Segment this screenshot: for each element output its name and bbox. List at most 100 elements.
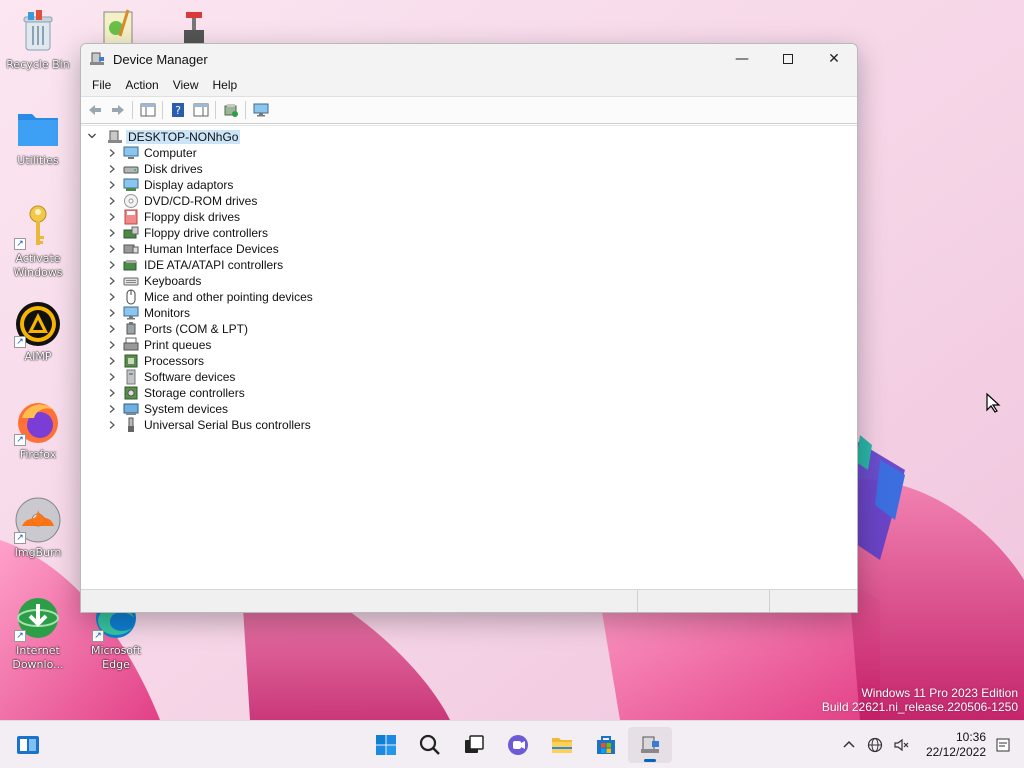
- category-row[interactable]: DVD/CD-ROM drives: [105, 193, 313, 209]
- task-view-button[interactable]: [452, 727, 496, 763]
- category-label: Software devices: [144, 370, 236, 384]
- desktop-icon-internet-download-manager[interactable]: ↗ Internet Downlo...: [2, 594, 74, 672]
- back-button[interactable]: [83, 99, 106, 121]
- desktop-icon-label: ImgBurn: [14, 546, 62, 559]
- clock-date: 22/12/2022: [925, 745, 986, 759]
- category-row[interactable]: Keyboards: [105, 273, 313, 289]
- chat-button[interactable]: [496, 727, 540, 763]
- desktop-icon-activate-windows[interactable]: ↗ Activate Windows: [2, 202, 74, 280]
- category-label: Human Interface Devices: [144, 242, 279, 256]
- help-button[interactable]: ?: [166, 99, 189, 121]
- category-label: Keyboards: [144, 274, 202, 288]
- file-explorer-button[interactable]: [540, 727, 584, 763]
- minimize-button[interactable]: —: [719, 44, 765, 74]
- desktop-icon-recycle-bin[interactable]: Recycle Bin: [2, 8, 74, 72]
- chevron-right-icon[interactable]: [105, 373, 119, 381]
- device-manager-taskbar-button[interactable]: [628, 727, 672, 763]
- action-pane-button[interactable]: [189, 99, 212, 121]
- update-driver-button[interactable]: [219, 99, 242, 121]
- device-manager-icon: [90, 52, 104, 65]
- chevron-right-icon[interactable]: [105, 261, 119, 269]
- disk-drive-icon: [123, 161, 139, 177]
- title-bar[interactable]: Device Manager — ✕: [81, 44, 857, 74]
- status-bar: [81, 589, 857, 612]
- device-manager-icon: [641, 736, 659, 753]
- help-icon: ?: [171, 103, 184, 117]
- software-device-icon: [123, 369, 139, 385]
- desktop-icon-firefox[interactable]: ↗ Firefox: [2, 398, 74, 462]
- computer-icon: [123, 145, 139, 161]
- maximize-button[interactable]: [765, 44, 811, 74]
- category-row[interactable]: System devices: [105, 401, 313, 417]
- category-row[interactable]: IDE ATA/ATAPI controllers: [105, 257, 313, 273]
- computer-root-icon: [108, 130, 122, 143]
- widgets-button[interactable]: [12, 731, 44, 759]
- chevron-right-icon[interactable]: [105, 293, 119, 301]
- desktop-icon-imgburn[interactable]: ↗ ImgBurn: [2, 496, 74, 560]
- menu-view[interactable]: View: [166, 78, 206, 92]
- category-row[interactable]: Monitors: [105, 305, 313, 321]
- tree-root[interactable]: DESKTOP-NONhGo: [87, 129, 241, 145]
- category-row[interactable]: Ports (COM & LPT): [105, 321, 313, 337]
- network-button[interactable]: [862, 731, 888, 759]
- chevron-right-icon[interactable]: [105, 197, 119, 205]
- show-hide-console-tree-button[interactable]: [136, 99, 159, 121]
- category-row[interactable]: Print queues: [105, 337, 313, 353]
- menu-bar: File Action View Help: [81, 74, 857, 96]
- display-adapter-icon: [123, 177, 139, 193]
- menu-file[interactable]: File: [85, 78, 118, 92]
- toolbar-separator: [215, 101, 216, 119]
- category-row[interactable]: Disk drives: [105, 161, 313, 177]
- category-row[interactable]: Floppy drive controllers: [105, 225, 313, 241]
- chevron-right-icon[interactable]: [105, 341, 119, 349]
- desktop-icon-utilities[interactable]: Utilities: [2, 104, 74, 168]
- chevron-right-icon[interactable]: [105, 389, 119, 397]
- usb-icon: [123, 417, 139, 433]
- category-row[interactable]: Processors: [105, 353, 313, 369]
- chevron-right-icon[interactable]: [105, 165, 119, 173]
- search-button[interactable]: [408, 727, 452, 763]
- chevron-right-icon[interactable]: [105, 309, 119, 317]
- clock-time: 10:36: [955, 730, 986, 744]
- collapse-chevron-icon[interactable]: [87, 131, 101, 144]
- chevron-right-icon[interactable]: [105, 245, 119, 253]
- notifications-button[interactable]: [990, 731, 1016, 759]
- chevron-right-icon[interactable]: [105, 181, 119, 189]
- category-row[interactable]: Display adaptors: [105, 177, 313, 193]
- ide-controller-icon: [123, 257, 139, 273]
- category-row[interactable]: Mice and other pointing devices: [105, 289, 313, 305]
- floppy-disk-icon: [123, 209, 139, 225]
- chevron-right-icon[interactable]: [105, 405, 119, 413]
- category-row[interactable]: Floppy disk drives: [105, 209, 313, 225]
- processor-icon: [123, 353, 139, 369]
- category-row[interactable]: Storage controllers: [105, 385, 313, 401]
- volume-button[interactable]: [888, 731, 914, 759]
- printer-icon: [123, 337, 139, 353]
- category-row[interactable]: Human Interface Devices: [105, 241, 313, 257]
- scan-hardware-changes-button[interactable]: [249, 99, 272, 121]
- chevron-right-icon[interactable]: [105, 229, 119, 237]
- show-hidden-icons-button[interactable]: [836, 731, 862, 759]
- menu-action[interactable]: Action: [118, 78, 165, 92]
- taskbar-clock[interactable]: 10:36 22/12/2022: [914, 730, 986, 760]
- chevron-right-icon[interactable]: [105, 277, 119, 285]
- category-row[interactable]: Universal Serial Bus controllers: [105, 417, 313, 433]
- chevron-right-icon[interactable]: [105, 213, 119, 221]
- chevron-right-icon[interactable]: [105, 421, 119, 429]
- chevron-right-icon[interactable]: [105, 149, 119, 157]
- update-driver-icon: [224, 104, 238, 117]
- chevron-right-icon[interactable]: [105, 357, 119, 365]
- category-label: Storage controllers: [144, 386, 245, 400]
- start-button[interactable]: [364, 727, 408, 763]
- forward-button[interactable]: [106, 99, 129, 121]
- dvd-icon: [123, 193, 139, 209]
- forward-arrow-icon: [111, 105, 124, 115]
- microsoft-store-button[interactable]: [584, 727, 628, 763]
- category-row[interactable]: Software devices: [105, 369, 313, 385]
- menu-help[interactable]: Help: [206, 78, 245, 92]
- desktop-icon-aimp[interactable]: ↗ AIMP: [2, 300, 74, 364]
- chevron-right-icon[interactable]: [105, 325, 119, 333]
- close-button[interactable]: ✕: [811, 44, 857, 74]
- recycle-bin-icon: [23, 10, 53, 51]
- category-row[interactable]: Computer: [105, 145, 313, 161]
